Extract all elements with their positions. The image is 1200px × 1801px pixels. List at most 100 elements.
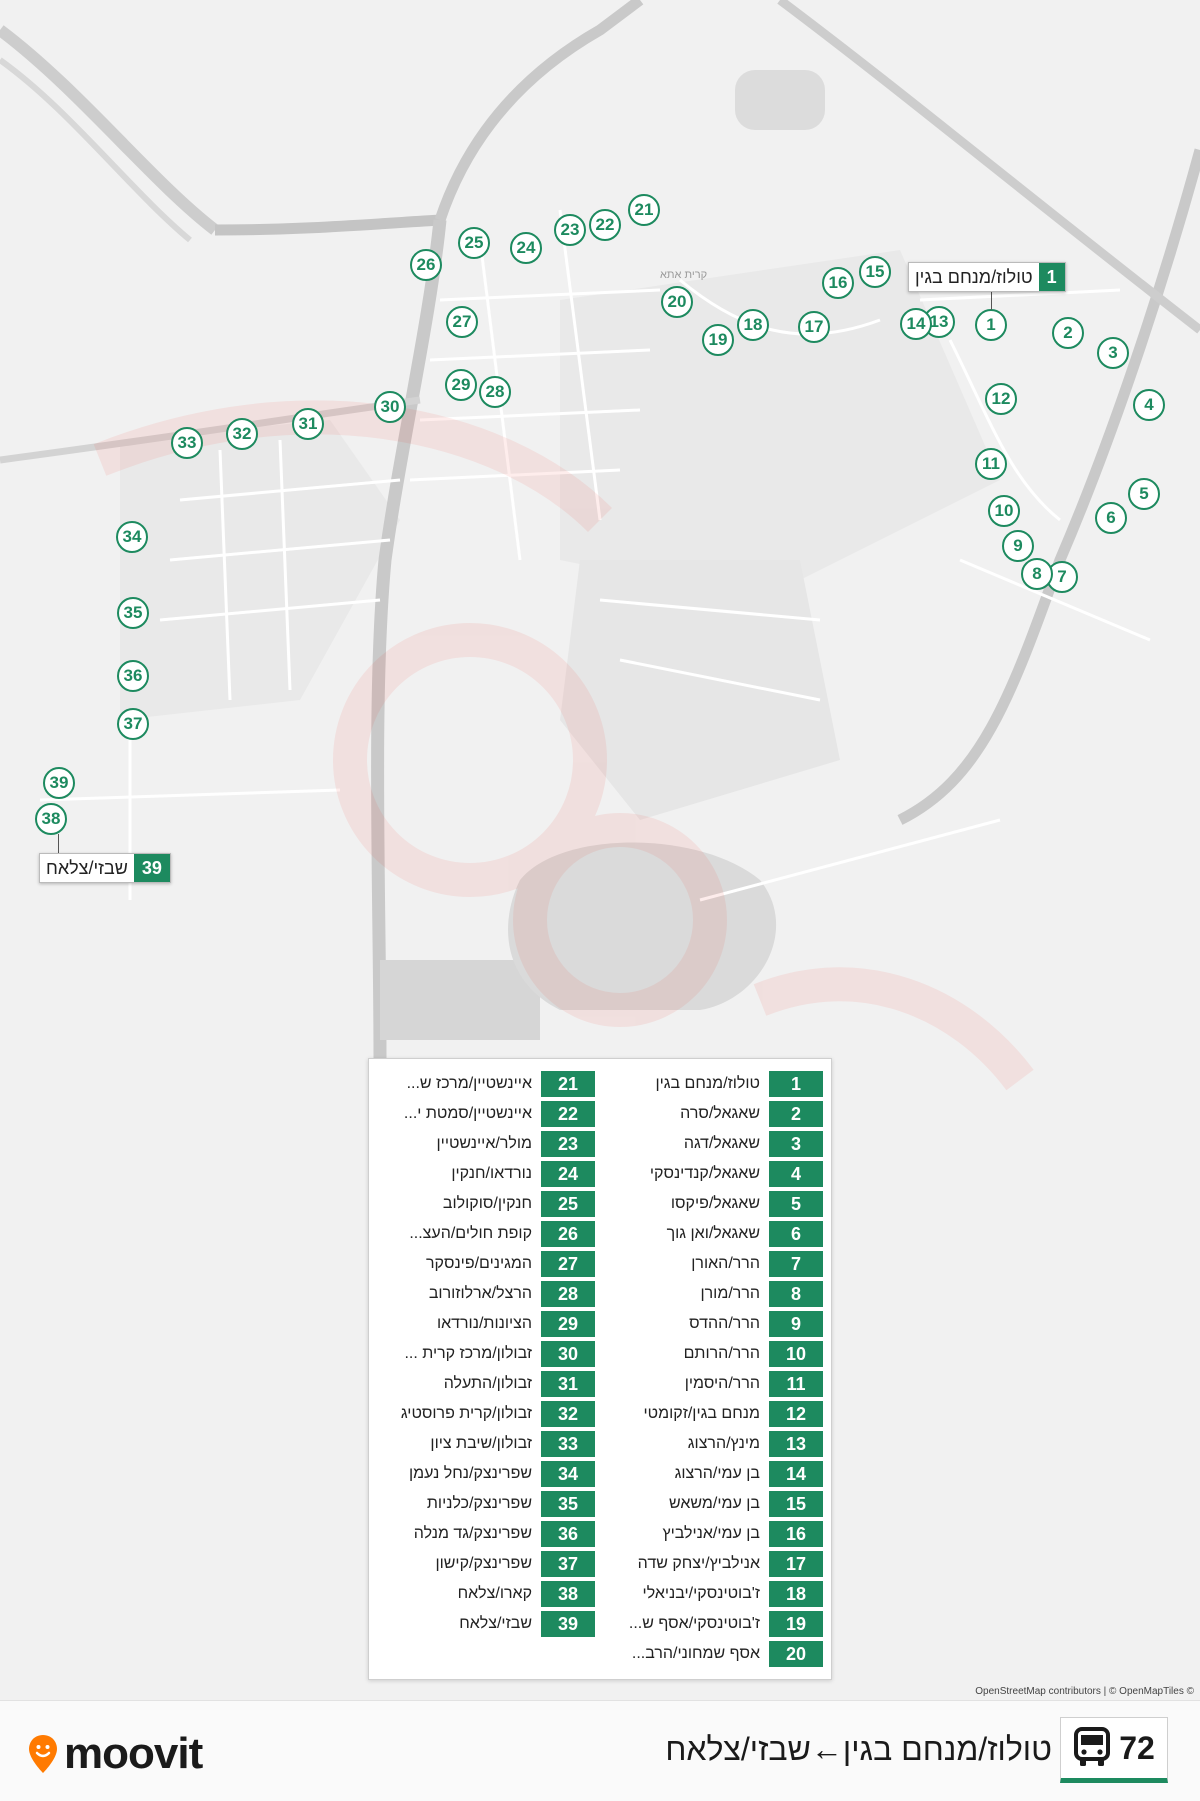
stop-marker-2[interactable]: 2 (1052, 317, 1084, 349)
stop-row-8[interactable]: 8 הרר/מורן (600, 1281, 823, 1307)
stop-marker-26[interactable]: 26 (410, 249, 442, 281)
stop-name: שאגאל/פיקסו (670, 1195, 760, 1212)
stop-row-6[interactable]: 6 שאגאל/ואן גוך (600, 1221, 823, 1247)
stop-marker-3[interactable]: 3 (1097, 337, 1129, 369)
stop-row-13[interactable]: 13 מינץ/הרצוג (600, 1431, 823, 1457)
stop-marker-11[interactable]: 11 (975, 448, 1007, 480)
stop-row-17[interactable]: 17 אנילביץ/יצחק שדה (600, 1551, 823, 1577)
stop-marker-28[interactable]: 28 (479, 376, 511, 408)
stop-marker-20[interactable]: 20 (661, 286, 693, 318)
stop-marker-38[interactable]: 38 (35, 803, 67, 835)
start-stop-name: טולוז/מנחם בגין (915, 267, 1033, 287)
stop-row-5[interactable]: 5 שאגאל/פיקסו (600, 1191, 823, 1217)
stop-marker-17[interactable]: 17 (798, 311, 830, 343)
stop-row-7[interactable]: 7 הרר/האורן (600, 1251, 823, 1277)
stop-row-14[interactable]: 14 בן עמי/הרצוג (600, 1461, 823, 1487)
stop-name: שפרינצק/גד מנלה (413, 1525, 532, 1542)
stop-number: 32 (541, 1401, 595, 1427)
stop-number: 23 (541, 1131, 595, 1157)
stop-marker-32[interactable]: 32 (226, 418, 258, 450)
stop-row-1[interactable]: 1 טולוז/מנחם בגין (600, 1071, 823, 1097)
stop-row-3[interactable]: 3 שאגאל/דגה (600, 1131, 823, 1157)
stop-marker-39[interactable]: 39 (43, 767, 75, 799)
start-label-leader (991, 290, 992, 310)
route-title: טולוז/מנחם בגין←שבזי/צלאח (665, 1731, 1052, 1767)
start-stop-number: 1 (1038, 263, 1065, 291)
stop-name: שפרינצק/קישון (435, 1555, 532, 1572)
stop-row-20[interactable]: 20 אסף שמחוני/הרב... (600, 1641, 823, 1667)
map-attribution[interactable]: OpenStreetMap contributors | © OpenMapTi… (975, 1686, 1194, 1697)
stop-row-29[interactable]: 29 הציונות/נורדאו (372, 1311, 595, 1337)
stop-row-35[interactable]: 35 שפרינצק/כלניות (372, 1491, 595, 1517)
stop-marker-29[interactable]: 29 (445, 369, 477, 401)
stop-marker-12[interactable]: 12 (985, 383, 1017, 415)
stop-marker-33[interactable]: 33 (171, 427, 203, 459)
stop-marker-24[interactable]: 24 (510, 232, 542, 264)
stop-marker-6[interactable]: 6 (1095, 502, 1127, 534)
stop-row-36[interactable]: 36 שפרינצק/גד מנלה (372, 1521, 595, 1547)
stop-row-23[interactable]: 23 מולר/איינשטיין (372, 1131, 595, 1157)
stop-row-33[interactable]: 33 זבולון/שיבת ציון (372, 1431, 595, 1457)
stop-row-31[interactable]: 31 זבולון/התעלה (372, 1371, 595, 1397)
stop-name: ז'בוטינסקי/יבניאלי (642, 1585, 760, 1602)
stop-row-26[interactable]: 26 קופת חולים/העצ... (372, 1221, 595, 1247)
stop-row-27[interactable]: 27 המגינים/פינסקר (372, 1251, 595, 1277)
stop-number: 35 (541, 1491, 595, 1517)
start-stop-label[interactable]: 1 טולוז/מנחם בגין (908, 262, 1066, 292)
stop-row-15[interactable]: 15 בן עמי/משאש (600, 1491, 823, 1517)
stop-row-34[interactable]: 34 שפרינצק/נחל נעמן (372, 1461, 595, 1487)
stop-marker-16[interactable]: 16 (822, 267, 854, 299)
stop-row-9[interactable]: 9 הרר/ההדס (600, 1311, 823, 1337)
end-stop-label[interactable]: 39 שבזי/צלאח (39, 853, 171, 883)
stop-marker-19[interactable]: 19 (702, 324, 734, 356)
stop-row-4[interactable]: 4 שאגאל/קנדינסקי (600, 1161, 823, 1187)
stop-marker-27[interactable]: 27 (446, 306, 478, 338)
stop-marker-9[interactable]: 9 (1002, 530, 1034, 562)
stop-row-21[interactable]: 21 איינשטיין/מרכז ש... (372, 1071, 595, 1097)
stop-row-38[interactable]: 38 קארו/צלאח (372, 1581, 595, 1607)
stop-name: בן עמי/הרצוג (674, 1465, 760, 1482)
stop-marker-1[interactable]: 1 (975, 309, 1007, 341)
stop-marker-34[interactable]: 34 (116, 521, 148, 553)
stop-row-37[interactable]: 37 שפרינצק/קישון (372, 1551, 595, 1577)
stop-row-24[interactable]: 24 נורדאו/חנקין (372, 1161, 595, 1187)
stop-marker-5[interactable]: 5 (1128, 478, 1160, 510)
stop-name: בן עמי/אנילביץ (662, 1525, 760, 1542)
stop-row-10[interactable]: 10 הרר/הרותם (600, 1341, 823, 1367)
stop-marker-22[interactable]: 22 (589, 209, 621, 241)
stop-number: 14 (769, 1461, 823, 1487)
stop-number: 33 (541, 1431, 595, 1457)
moovit-brand-text: moovit (64, 1729, 203, 1778)
stop-marker-21[interactable]: 21 (628, 194, 660, 226)
stop-marker-8[interactable]: 8 (1021, 558, 1053, 590)
stop-marker-15[interactable]: 15 (859, 256, 891, 288)
stop-row-2[interactable]: 2 שאגאל/סרה (600, 1101, 823, 1127)
stop-marker-4[interactable]: 4 (1133, 389, 1165, 421)
stop-name: שאגאל/קנדינסקי (649, 1165, 760, 1182)
stop-marker-31[interactable]: 31 (292, 408, 324, 440)
stop-marker-10[interactable]: 10 (988, 495, 1020, 527)
moovit-logo[interactable]: moovit (28, 1729, 203, 1779)
stop-row-25[interactable]: 25 חנקין/סוקולוב (372, 1191, 595, 1217)
stop-marker-14[interactable]: 14 (900, 308, 932, 340)
stop-marker-37[interactable]: 37 (117, 708, 149, 740)
stop-marker-36[interactable]: 36 (117, 660, 149, 692)
stop-row-18[interactable]: 18 ז'בוטינסקי/יבניאלי (600, 1581, 823, 1607)
stop-row-16[interactable]: 16 בן עמי/אנילביץ (600, 1521, 823, 1547)
stop-marker-30[interactable]: 30 (374, 391, 406, 423)
stop-row-11[interactable]: 11 הרר/היסמין (600, 1371, 823, 1397)
route-badge[interactable]: 72 (1060, 1717, 1168, 1783)
stop-row-19[interactable]: 19 ז'בוטינסקי/אסף ש... (600, 1611, 823, 1637)
stop-marker-25[interactable]: 25 (458, 227, 490, 259)
stop-row-28[interactable]: 28 הרצל/ארלוזורוב (372, 1281, 595, 1307)
stop-number: 15 (769, 1491, 823, 1517)
stop-marker-18[interactable]: 18 (737, 309, 769, 341)
stop-row-12[interactable]: 12 מנחם בגין/זקומטי (600, 1401, 823, 1427)
stop-row-30[interactable]: 30 זבולון/מרכז קרית ... (372, 1341, 595, 1367)
stop-marker-35[interactable]: 35 (117, 597, 149, 629)
stop-row-22[interactable]: 22 איינשטיין/סמטת י... (372, 1101, 595, 1127)
stop-marker-23[interactable]: 23 (554, 214, 586, 246)
stop-row-39[interactable]: 39 שבזי/צלאח (372, 1611, 595, 1637)
stop-row-32[interactable]: 32 זבולון/קרית פרוסטיג (372, 1401, 595, 1427)
end-stop-number: 39 (133, 854, 170, 882)
